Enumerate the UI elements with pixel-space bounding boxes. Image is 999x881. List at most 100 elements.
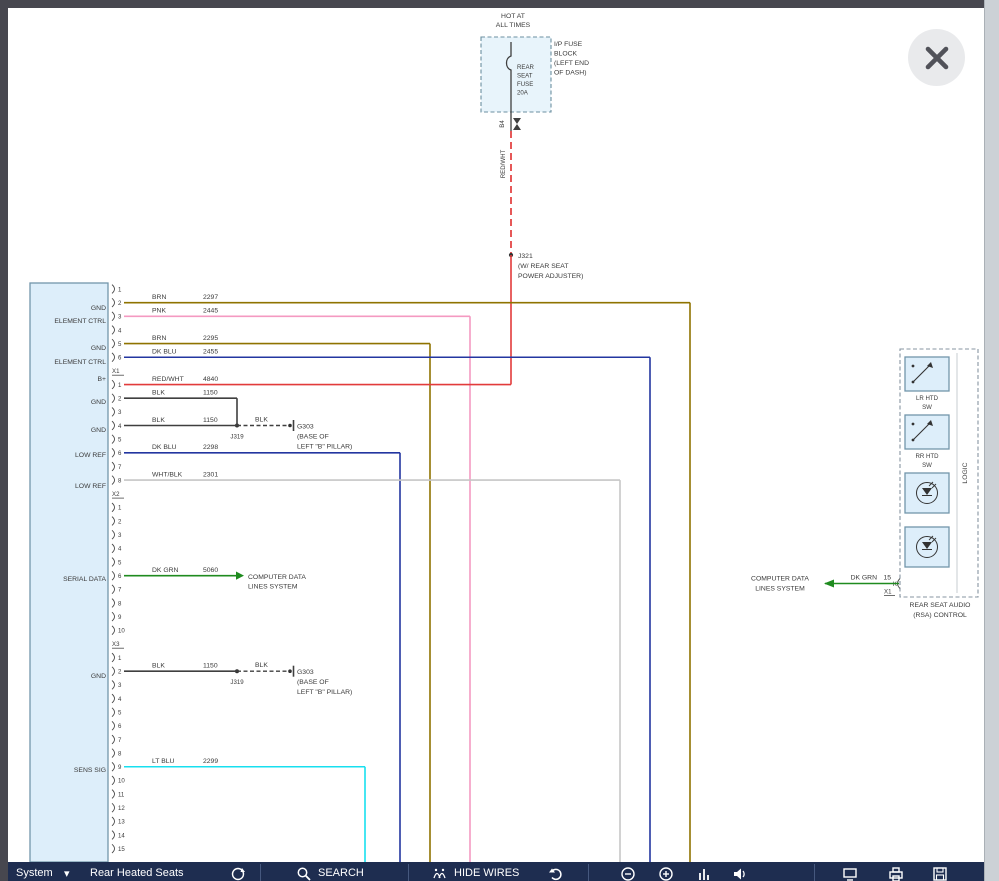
fuse-block-box [481, 37, 551, 112]
undo-icon[interactable] [548, 866, 564, 881]
connector-section-label: X2 [112, 491, 120, 498]
ground-seg-color: BLK [255, 417, 268, 424]
wire-color-label: BLK [152, 663, 165, 670]
save-icon[interactable] [932, 866, 948, 881]
close-icon [924, 45, 950, 71]
rsa-wire-circuit: 15 [883, 575, 891, 582]
signal-label: GND [91, 305, 106, 312]
wire-circuit-number: 4840 [203, 376, 218, 383]
toolbar-divider [814, 864, 815, 881]
signal-label: GND [91, 427, 106, 434]
wire-color-label: PNK [152, 308, 166, 315]
wire-color-label: DK GRN [152, 567, 179, 574]
volume-icon[interactable] [732, 866, 748, 881]
wire-color-label: RED/WHT [152, 376, 184, 383]
pin-number: 13 [118, 819, 125, 826]
signal-label: LOW REF [75, 452, 106, 459]
ground-name: G303 [297, 424, 314, 431]
wire-circuit-number: 2297 [203, 294, 218, 301]
ground-desc-1: (BASE OF [297, 434, 329, 441]
lr-htd-label-2: SW [922, 404, 932, 411]
rr-htd-label-2: SW [922, 462, 932, 469]
wire-color-label: BRN [152, 335, 166, 342]
logic-label: LOGIC [962, 462, 969, 483]
connector-section-label: X3 [112, 641, 120, 648]
serial-dest-2: LINES SYSTEM [248, 583, 298, 590]
wiring-diagram: HOT AT ALL TIMES B4 REAR SEAT FUSE 20A I… [0, 0, 999, 862]
wire-color-label: WHT/BLK [152, 472, 183, 479]
wire-circuit-number: 2301 [203, 472, 218, 479]
wire-color-label: BLK [152, 417, 165, 424]
junction-label: J319 [230, 434, 244, 441]
search-icon[interactable] [296, 866, 312, 881]
printer-icon[interactable] [888, 866, 904, 881]
fuse-block-name-3: (LEFT END [554, 60, 589, 67]
search-button[interactable]: SEARCH [318, 867, 364, 879]
toolbar-divider [588, 864, 589, 881]
rsa-title-2: (RSA) CONTROL [913, 612, 967, 619]
toolbar-divider [260, 864, 261, 881]
zoom-in-icon[interactable] [658, 866, 674, 881]
wire-color-label: LT BLU [152, 758, 175, 765]
junction-label: J319 [230, 679, 244, 686]
splice-desc-2: POWER ADJUSTER) [518, 273, 583, 280]
wire-color-label: DK BLU [152, 444, 177, 451]
wire-circuit-number: 2455 [203, 349, 218, 356]
diagram-title[interactable]: Rear Heated Seats [90, 867, 184, 879]
diagram-canvas [8, 8, 984, 862]
ground-desc-2: LEFT "B" PILLAR) [297, 444, 352, 451]
fuse-name-4: 20A [517, 90, 529, 97]
wires-icon [432, 866, 448, 881]
signal-label: GND [91, 399, 106, 406]
refresh-icon[interactable] [230, 866, 246, 881]
hide-wires-button[interactable]: HIDE WIRES [454, 867, 519, 879]
wire-circuit-number: 2298 [203, 444, 218, 451]
hot-at-label2: ALL TIMES [496, 22, 531, 29]
signal-label: LOW REF [75, 483, 106, 490]
pin-number: 11 [118, 791, 125, 798]
hot-at-label: HOT AT [501, 13, 525, 20]
feed-wire-color-label: RED/WHT [500, 150, 507, 179]
wire-circuit-number: 2445 [203, 308, 218, 315]
fuse-pin-label: B4 [499, 120, 506, 128]
pin-number: 12 [118, 805, 125, 812]
zoom-out-icon[interactable] [620, 866, 636, 881]
rr-htd-switch-box [905, 415, 949, 449]
fuse-name-2: SEAT [517, 73, 533, 80]
seat-module-connector-box [30, 283, 108, 862]
signal-label: ELEMENT CTRL [54, 318, 106, 325]
rsa-pin-label: K [893, 581, 897, 588]
rsa-dest-2: LINES SYSTEM [755, 586, 805, 593]
wire-circuit-number: 2295 [203, 335, 218, 342]
close-button[interactable] [908, 29, 965, 86]
diagram-viewer: HOT AT ALL TIMES B4 REAR SEAT FUSE 20A I… [0, 0, 999, 881]
signal-label: B+ [97, 376, 106, 383]
system-select[interactable]: System [16, 867, 53, 879]
fuse-name-1: REAR [517, 64, 535, 71]
signal-label: SENS SIG [74, 767, 106, 774]
signal-label: ELEMENT CTRL [54, 359, 106, 366]
vertical-scrollbar[interactable] [984, 0, 999, 881]
rsa-pin-connector: X1 [884, 589, 892, 596]
fuse-block-name-1: I/P FUSE [554, 41, 583, 48]
ground-name: G303 [297, 669, 314, 676]
fullscreen-icon[interactable] [842, 866, 858, 881]
connector-section-label: X1 [112, 368, 120, 375]
wire-color-label: DK BLU [152, 349, 177, 356]
rr-htd-label-1: RR HTD [915, 453, 939, 460]
fuse-block-name-2: BLOCK [554, 51, 578, 58]
wire-circuit-number: 1150 [203, 417, 218, 424]
splice-name: J321 [518, 253, 533, 260]
wire-circuit-number: 5060 [203, 567, 218, 574]
levels-icon[interactable] [696, 866, 712, 881]
wire-circuit-number: 1150 [203, 390, 218, 397]
wire-color-label: BLK [152, 390, 165, 397]
wire-circuit-number: 2299 [203, 758, 218, 765]
chevron-down-icon[interactable]: ▾ [64, 867, 70, 880]
ground-terminal-dot [288, 669, 292, 673]
ground-seg-color: BLK [255, 662, 268, 669]
pin-number: 10 [118, 778, 125, 785]
ground-desc-2: LEFT "B" PILLAR) [297, 689, 352, 696]
wire-circuit-number: 1150 [203, 663, 218, 670]
toolbar-divider [408, 864, 409, 881]
